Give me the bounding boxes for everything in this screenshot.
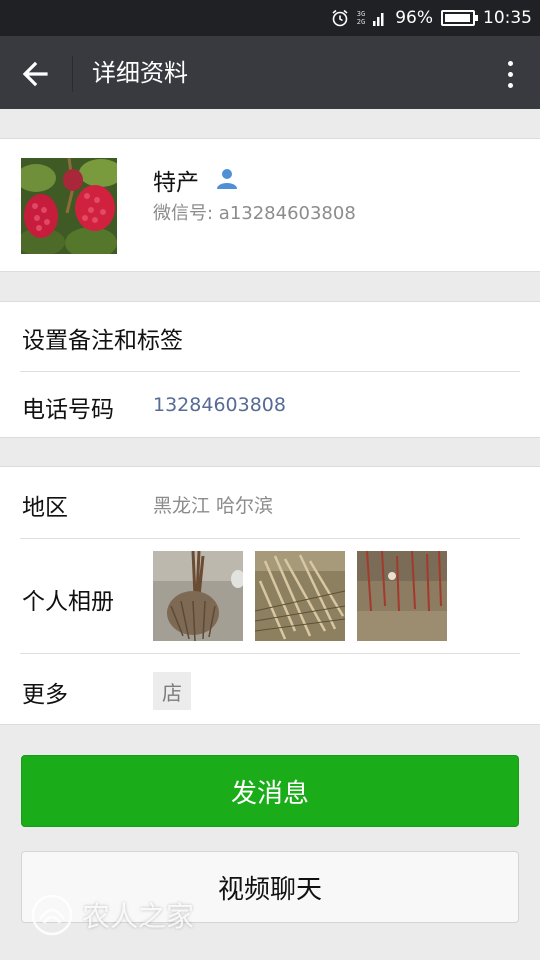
avatar[interactable] bbox=[21, 158, 117, 254]
profile-card[interactable]: 特产 微信号: a13284603808 bbox=[0, 138, 540, 272]
back-button[interactable] bbox=[18, 56, 54, 92]
phone-row[interactable]: 电话号码 13284603808 bbox=[0, 372, 540, 438]
network-bottom-label: 2G bbox=[356, 18, 366, 26]
album-label: 个人相册 bbox=[22, 589, 114, 615]
album-photo-2[interactable] bbox=[255, 551, 345, 641]
watermark-text: 农人之家 bbox=[82, 900, 195, 933]
seedling-bundle-photo bbox=[153, 551, 243, 641]
watermark: 农人之家 bbox=[30, 893, 194, 937]
person-icon bbox=[217, 169, 237, 189]
app-bar: 详细资料 bbox=[0, 36, 540, 109]
settings-card: 设置备注和标签 电话号码 13284603808 bbox=[0, 301, 540, 438]
album-photo-3[interactable] bbox=[357, 551, 447, 641]
signal-icon bbox=[373, 13, 384, 26]
battery-fill bbox=[445, 14, 470, 22]
arrow-left-icon bbox=[22, 61, 48, 87]
page-title: 详细资料 bbox=[92, 59, 188, 87]
region-row: 地区 黑龙江 哈尔滨 bbox=[0, 467, 540, 538]
app-bar-divider bbox=[72, 56, 73, 92]
battery-icon bbox=[441, 10, 478, 26]
status-bar: 3G 2G 96% 10:35 bbox=[0, 0, 540, 36]
album-photo-1[interactable] bbox=[153, 551, 243, 641]
network-top-label: 3G bbox=[356, 10, 366, 18]
status-time: 10:35 bbox=[483, 8, 532, 28]
battery-percent: 96% bbox=[395, 8, 433, 28]
remark-label: 设置备注和标签 bbox=[22, 328, 183, 354]
more-label: 更多 bbox=[22, 682, 68, 708]
status-indicators: 3G 2G 96% 10:35 bbox=[331, 0, 532, 36]
details-card: 地区 黑龙江 哈尔滨 个人相册 更多 店 bbox=[0, 466, 540, 725]
send-message-button[interactable]: 发消息 bbox=[21, 755, 519, 827]
phone-label: 电话号码 bbox=[22, 397, 114, 423]
more-vertical-icon bbox=[507, 60, 513, 66]
alarm-clock-icon bbox=[332, 9, 348, 27]
region-label: 地区 bbox=[22, 495, 68, 521]
more-row[interactable]: 更多 店 bbox=[0, 654, 540, 725]
remark-row[interactable]: 设置备注和标签 bbox=[0, 302, 540, 371]
contact-name: 特产 bbox=[153, 170, 199, 196]
phone-number-link[interactable]: 13284603808 bbox=[153, 394, 286, 416]
seedlings-pile-photo bbox=[255, 551, 345, 641]
album-row[interactable]: 个人相册 bbox=[0, 539, 540, 653]
raspberry-photo bbox=[21, 158, 117, 254]
region-value: 黑龙江 哈尔滨 bbox=[153, 495, 274, 517]
wechat-id: 微信号: a13284603808 bbox=[153, 203, 356, 224]
field-photo bbox=[357, 551, 447, 641]
more-options-button[interactable] bbox=[500, 56, 520, 92]
watermark-logo bbox=[31, 894, 73, 936]
shop-icon[interactable]: 店 bbox=[153, 672, 191, 710]
network-indicator: 3G 2G bbox=[357, 10, 365, 26]
